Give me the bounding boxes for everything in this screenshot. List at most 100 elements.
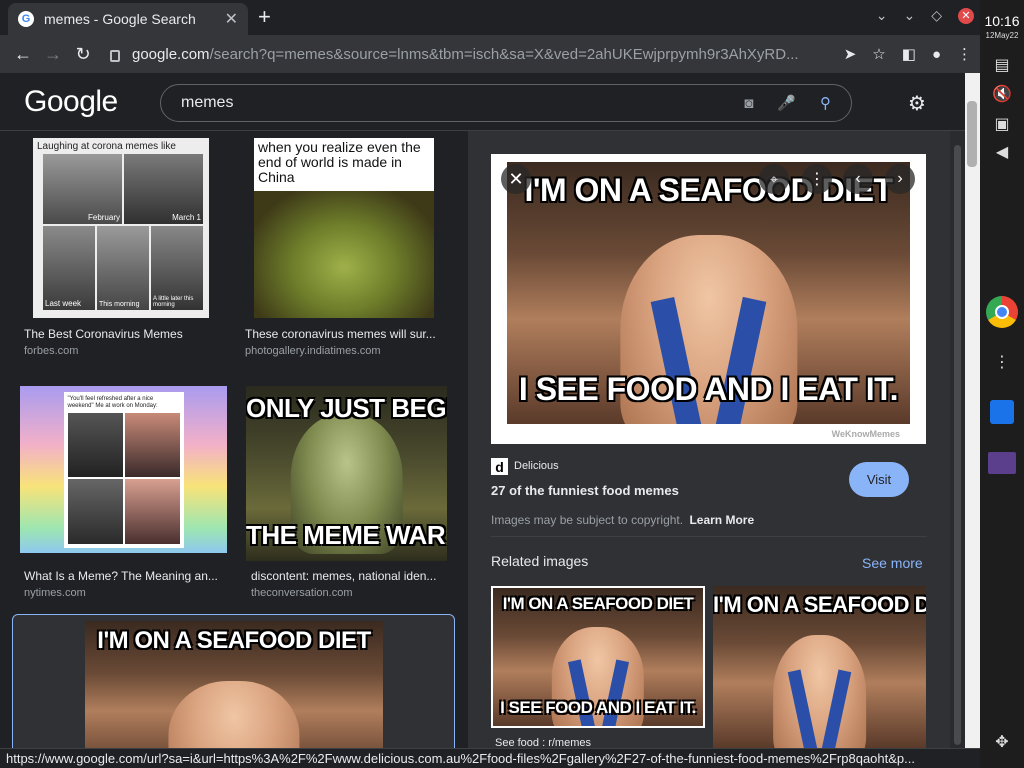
meme-top-text: I'M ON A SEAFOOD DIET	[97, 627, 371, 654]
result-image-3[interactable]: "You'll feel refreshed after a nice week…	[20, 386, 227, 553]
google-favicon-icon: G	[18, 11, 34, 27]
back-button[interactable]: ←	[8, 44, 38, 65]
result-source[interactable]: theconversation.com	[251, 587, 353, 599]
search-query[interactable]: memes	[181, 94, 720, 112]
menu-dots-icon[interactable]: ⋮	[957, 45, 972, 63]
send-icon[interactable]: ➤	[844, 45, 857, 63]
toolbar-icons: ➤ ☆ ◧ ● ⋮	[844, 45, 972, 64]
site-favicon-icon: d	[491, 458, 508, 475]
url-path: /search?q=memes&source=lnms&tbm=isch&sa=…	[209, 45, 799, 63]
search-icon[interactable]: ⚲	[820, 94, 831, 112]
panel-label: A little later this morning	[153, 296, 194, 308]
terminal-app-icon[interactable]: ⋮	[980, 352, 1024, 372]
next-image-icon[interactable]: ›	[885, 164, 915, 194]
camera-icon[interactable]: ◙	[744, 95, 753, 112]
launcher-icon[interactable]: ✥	[980, 732, 1024, 752]
date: 12May22	[985, 31, 1019, 40]
bookmark-star-icon[interactable]: ☆	[872, 45, 885, 63]
tab-strip: G memes - Google Search ✕ + ⌄ ⌄ ◇ ✕	[0, 0, 980, 35]
panel-label: This morning	[99, 301, 140, 308]
lens-search-icon[interactable]: ⌖	[759, 164, 789, 194]
reload-button[interactable]: ↻	[68, 44, 98, 65]
collapse-arrow-icon[interactable]: ◀	[980, 142, 1024, 162]
preview-image-frame[interactable]: I'M ON A SEAFOOD DIET I SEE FOOD AND I E…	[491, 154, 926, 444]
meme-caption-text: when you realize even the end of world i…	[258, 139, 421, 185]
files-app-icon[interactable]	[988, 452, 1016, 474]
microphone-icon[interactable]: 🎤	[777, 94, 796, 112]
preview-image[interactable]: I'M ON A SEAFOOD DIET I SEE FOOD AND I E…	[507, 162, 910, 424]
previous-image-icon[interactable]: ‹	[843, 164, 873, 194]
related-image-1[interactable]: I'M ON A SEAFOOD DIET I SEE FOOD AND I E…	[491, 586, 705, 728]
browser-toolbar: ← → ↻ google.com /search?q=memes&source=…	[0, 35, 980, 73]
google-logo[interactable]: Google	[24, 85, 118, 119]
mute-icon[interactable]: 🔇	[980, 84, 1024, 104]
meme-top-text: I'M ON A SEAFOOD DIET	[502, 593, 694, 613]
panel-scrollbar[interactable]	[950, 131, 965, 748]
lock-icon	[110, 50, 120, 62]
meme-caption-text: Laughing at corona memes like	[37, 141, 176, 152]
store-app-icon[interactable]	[990, 400, 1014, 424]
page-scrollbar[interactable]	[965, 73, 980, 748]
maximize-icon[interactable]: ◇	[931, 7, 942, 24]
result-caption[interactable]: What Is a Meme? The Meaning an...	[24, 569, 224, 583]
result-image-4[interactable]: ONLY JUST BEGU THE MEME WAR HA	[246, 386, 447, 561]
close-tab-icon[interactable]: ✕	[225, 9, 238, 29]
minimize-icon[interactable]: ⌄	[903, 7, 915, 24]
browser-window: G memes - Google Search ✕ + ⌄ ⌄ ◇ ✕ ← → …	[0, 0, 980, 768]
related-caption[interactable]: See food : r/memes	[495, 737, 591, 748]
window-controls: ⌄ ⌄ ◇ ✕	[876, 7, 974, 24]
result-source[interactable]: nytimes.com	[24, 587, 86, 599]
result-source[interactable]: photogallery.indiatimes.com	[245, 345, 381, 357]
image-results-grid: Laughing at corona memes like February M…	[0, 131, 468, 748]
site-name[interactable]: Delicious	[514, 460, 559, 472]
panel-label: February	[87, 213, 120, 222]
visit-button[interactable]: Visit	[849, 462, 909, 497]
see-more-link[interactable]: See more	[862, 555, 923, 571]
side-panel-icon[interactable]: ◧	[902, 45, 916, 63]
google-header: Google memes ◙ 🎤 ⚲ ⚙	[0, 73, 965, 131]
profile-icon[interactable]: ●	[932, 46, 941, 63]
related-images-heading: Related images	[491, 553, 589, 569]
result-caption[interactable]: The Best Coronavirus Memes	[24, 327, 224, 341]
meme-bottom-text: THE MEME WAR HA	[246, 519, 447, 550]
result-title[interactable]: 27 of the funniest food memes	[491, 483, 679, 498]
result-image-5[interactable]: I'M ON A SEAFOOD DIET	[85, 621, 383, 748]
close-preview-icon[interactable]: ✕	[501, 164, 531, 194]
shrek-image	[254, 191, 434, 318]
result-image-1[interactable]: Laughing at corona memes like February M…	[33, 138, 209, 318]
copyright-text: Images may be subject to copyright.	[491, 513, 684, 527]
settings-gear-icon[interactable]: ⚙	[908, 91, 926, 116]
meme-bottom-text: I SEE FOOD AND I EAT IT.	[500, 697, 696, 717]
result-caption[interactable]: These coronavirus memes will sur...	[245, 327, 450, 341]
clock: 10:16	[984, 13, 1020, 29]
search-input[interactable]: memes ◙ 🎤 ⚲	[160, 84, 852, 122]
learn-more-link[interactable]: Learn More	[689, 513, 754, 527]
display-icon[interactable]: ▣	[980, 114, 1024, 134]
related-image-2[interactable]: I'M ON A SEAFOOD DIET	[713, 586, 926, 748]
tab-search-icon[interactable]: ⌄	[876, 7, 888, 24]
divider	[491, 536, 927, 537]
copyright-notice: Images may be subject to copyright. Lear…	[491, 513, 754, 527]
active-tab[interactable]: G memes - Google Search ✕	[8, 3, 248, 35]
meme-top-text: I'M ON A SEAFOOD DIET	[713, 592, 926, 618]
result-source[interactable]: forbes.com	[24, 345, 78, 357]
meme-top-text: ONLY JUST BEGU	[246, 393, 447, 423]
selected-result[interactable]: I'M ON A SEAFOOD DIET	[12, 614, 455, 748]
panel-label: March 1	[172, 213, 201, 222]
forward-button[interactable]: →	[38, 44, 68, 65]
more-options-icon[interactable]: ⋮	[802, 164, 832, 194]
image-preview-panel: I'M ON A SEAFOOD DIET I SEE FOOD AND I E…	[468, 131, 950, 748]
status-bar-url: https://www.google.com/url?sa=i&url=http…	[0, 748, 980, 768]
tab-title: memes - Google Search	[44, 11, 196, 27]
new-tab-button[interactable]: +	[258, 4, 271, 30]
clipboard-icon[interactable]: ▤	[980, 55, 1024, 75]
result-image-2[interactable]: when you realize even the end of world i…	[254, 138, 434, 318]
meme-bottom-text: I SEE FOOD AND I EAT IT.	[518, 371, 899, 408]
chrome-app-icon[interactable]	[986, 296, 1018, 328]
watermark: WeKnowMemes	[831, 429, 900, 439]
address-bar[interactable]: google.com /search?q=memes&source=lnms&t…	[110, 46, 830, 63]
close-window-icon[interactable]: ✕	[958, 7, 974, 24]
meme-caption-text: "You'll feel refreshed after a nice week…	[67, 395, 158, 409]
result-caption[interactable]: discontent: memes, national iden...	[251, 569, 446, 583]
system-shelf: 10:16 12May22 ▤ 🔇 ▣ ◀ ⋮ ✥	[980, 0, 1024, 768]
